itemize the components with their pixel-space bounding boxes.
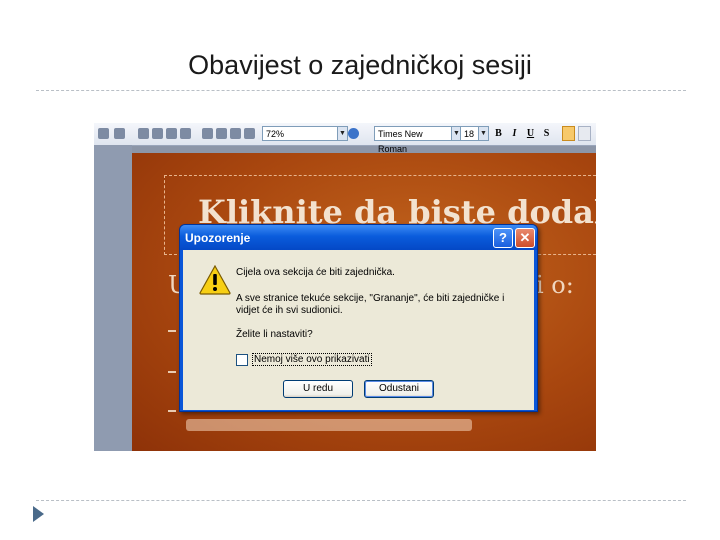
cancel-button[interactable]: Odustani (364, 380, 434, 398)
table-icon[interactable] (152, 128, 163, 139)
dialog-title: Upozorenje (185, 231, 251, 245)
zoom-dropdown-icon[interactable]: ▼ (337, 126, 348, 141)
show-formatting-icon[interactable] (216, 128, 227, 139)
warning-icon (199, 265, 231, 295)
slide-thumbnail-pane (94, 145, 132, 451)
bold-button[interactable]: B (492, 126, 505, 141)
align-left-button[interactable] (562, 126, 575, 141)
slide-title: Obavijest o zajedničkoj sesiji (188, 50, 532, 80)
formatting-toolbar: 72% ▼ Times New Roman ▼ 18 ▼ B I U S (94, 123, 596, 154)
bullet-text-partial (186, 419, 472, 431)
align-center-button[interactable] (578, 126, 591, 141)
footer-divider (36, 500, 686, 501)
dont-show-label[interactable]: Nemoj više ovo prikazivati (252, 353, 372, 366)
help-button[interactable]: ? (493, 228, 513, 248)
font-name-select[interactable]: Times New Roman (374, 126, 452, 154)
help-icon[interactable] (348, 128, 359, 139)
expand-icon[interactable] (202, 128, 213, 139)
close-button[interactable]: ✕ (515, 228, 535, 248)
italic-button[interactable]: I (508, 126, 521, 141)
dialog-body: Cijela ova sekcija će biti zajednička. A… (183, 250, 534, 410)
next-slide-arrow-icon[interactable] (33, 506, 44, 522)
bullet-dash (168, 371, 176, 373)
tables-borders-icon[interactable] (166, 128, 177, 139)
embedded-screenshot: 72% ▼ Times New Roman ▼ 18 ▼ B I U S Kli… (94, 123, 596, 451)
grid-icon[interactable] (230, 128, 241, 139)
ok-button[interactable]: U redu (283, 380, 353, 398)
warning-dialog: Upozorenje ? ✕ Cijela ova sekcija će bit… (179, 224, 538, 412)
font-size-dropdown-icon[interactable]: ▼ (478, 126, 489, 141)
undo-icon[interactable] (98, 128, 109, 139)
message-line-3: vidjet će ih svi sudionici. (236, 305, 343, 316)
zoom-select[interactable]: 72% (262, 126, 338, 141)
dont-show-checkbox[interactable] (236, 354, 248, 366)
message-line-1: Cijela ova sekcija će biti zajednička. (236, 267, 395, 278)
dialog-titlebar[interactable]: Upozorenje ? ✕ (180, 225, 537, 250)
redo-icon[interactable] (114, 128, 125, 139)
insert-hyperlink-icon[interactable] (180, 128, 191, 139)
bullet-dash (168, 410, 176, 412)
color-icon[interactable] (244, 128, 255, 139)
slide-subtitle-right: i o: (536, 271, 574, 299)
title-divider (36, 90, 686, 91)
shadow-button[interactable]: S (540, 126, 553, 141)
question-text: Želite li nastaviti? (236, 329, 313, 340)
chart-icon[interactable] (138, 128, 149, 139)
message-line-2: A sve stranice tekuće sekcije, "Grananje… (236, 293, 505, 304)
bullet-dash (168, 330, 176, 332)
underline-button[interactable]: U (524, 126, 537, 141)
